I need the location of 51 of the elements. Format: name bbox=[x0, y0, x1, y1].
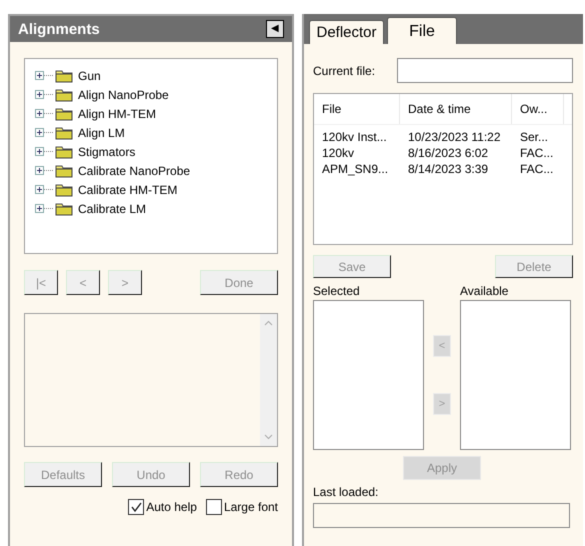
last-loaded-field[interactable] bbox=[313, 503, 570, 528]
expand-icon[interactable] bbox=[35, 90, 53, 99]
collapse-button[interactable]: ◀ bbox=[266, 20, 284, 38]
current-file-field[interactable] bbox=[397, 58, 573, 83]
field-label: Current file: bbox=[313, 64, 376, 78]
tree-item[interactable]: Gun bbox=[78, 68, 101, 82]
table-cell-text: 120kv Inst... bbox=[321, 130, 388, 144]
expand-icon[interactable] bbox=[35, 109, 53, 118]
list-label: Selected bbox=[313, 284, 360, 298]
column-header[interactable]: Ow... bbox=[512, 94, 564, 124]
folder-icon bbox=[55, 144, 73, 158]
table-cell-text: 8/16/2023 6:02 bbox=[407, 146, 490, 160]
column-header[interactable]: Date & time bbox=[400, 94, 512, 124]
expand-icon[interactable] bbox=[35, 147, 53, 156]
option-checkbox[interactable]: Large font bbox=[206, 499, 278, 515]
tab[interactable]: Deflector bbox=[309, 20, 384, 44]
tree-item[interactable]: Align LM bbox=[78, 126, 125, 140]
folder-icon bbox=[55, 68, 73, 82]
folder-icon bbox=[55, 88, 73, 102]
expand-icon[interactable] bbox=[35, 204, 53, 213]
table-cell-text: 8/14/2023 3:39 bbox=[407, 162, 490, 176]
table-cell-text: FAC... bbox=[519, 162, 554, 176]
tab[interactable]: File bbox=[387, 17, 457, 45]
tree-item[interactable]: Calibrate NanoProbe bbox=[78, 164, 190, 178]
folder-icon bbox=[55, 164, 73, 178]
tree-item[interactable]: Calibrate LM bbox=[78, 202, 146, 216]
table-cell-text: 120kv bbox=[321, 146, 356, 160]
table-cell-text: 10/23/2023 11:22 bbox=[407, 130, 502, 144]
expand-icon[interactable] bbox=[35, 128, 53, 137]
folder-icon bbox=[55, 106, 73, 120]
tree-item[interactable]: Calibrate HM-TEM bbox=[78, 182, 178, 196]
table-cell-text: Ser... bbox=[519, 130, 550, 144]
folder-icon bbox=[55, 182, 73, 196]
table-cell-text: FAC... bbox=[519, 146, 554, 160]
expand-icon[interactable] bbox=[35, 185, 53, 194]
panel-title: Alignments bbox=[18, 20, 100, 38]
list-label: Available bbox=[460, 284, 510, 298]
tree-item[interactable]: Stigmators bbox=[78, 144, 136, 158]
expand-icon[interactable] bbox=[35, 71, 53, 80]
tree-item[interactable]: Align HM-TEM bbox=[78, 106, 156, 120]
tree-item[interactable]: Align NanoProbe bbox=[78, 88, 169, 102]
folder-icon bbox=[55, 202, 73, 216]
table-cell-text: APM_SN9... bbox=[321, 162, 390, 176]
folder-icon bbox=[55, 126, 73, 140]
field-label: Last loaded: bbox=[313, 485, 378, 499]
check-icon bbox=[130, 501, 142, 513]
available-list[interactable] bbox=[460, 300, 571, 450]
selected-list[interactable] bbox=[313, 300, 424, 450]
column-header[interactable]: File bbox=[314, 94, 400, 124]
expand-icon[interactable] bbox=[35, 166, 53, 175]
option-checkbox[interactable]: Auto help bbox=[128, 499, 197, 515]
